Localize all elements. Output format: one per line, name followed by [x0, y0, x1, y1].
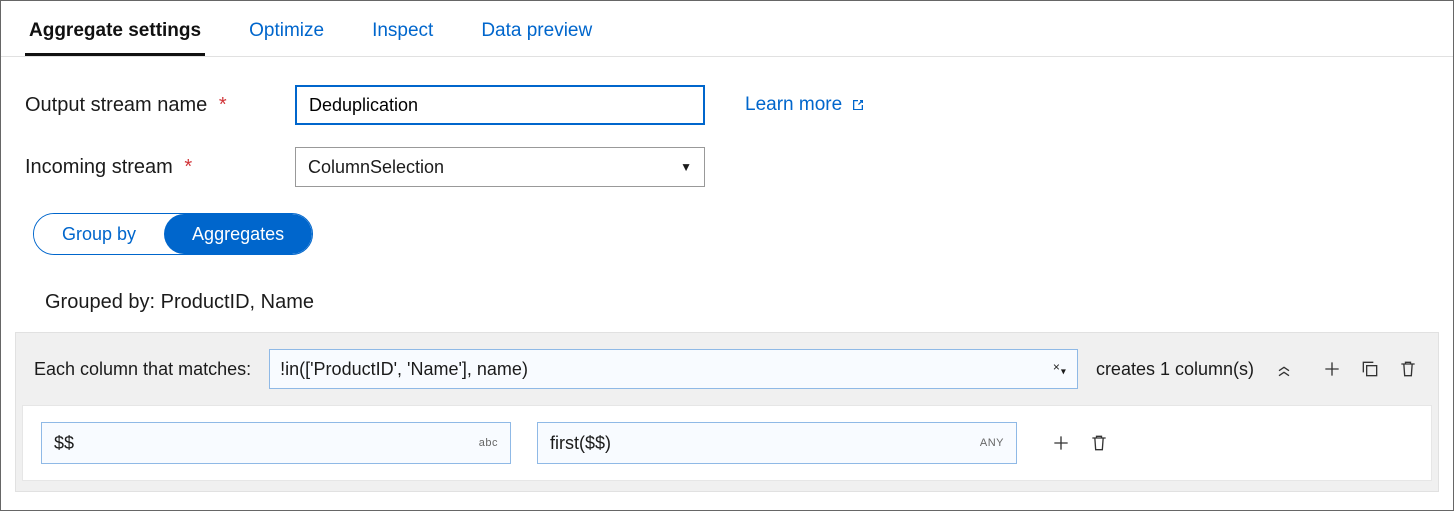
required-asterisk-icon: *	[184, 156, 192, 178]
column-pattern-panel: Each column that matches: !in(['ProductI…	[15, 332, 1439, 492]
column-match-expression-text: !in(['ProductID', 'Name'], name)	[280, 359, 528, 380]
learn-more-text: Learn more	[745, 94, 842, 116]
output-stream-input[interactable]	[295, 85, 705, 125]
column-name-expression-input[interactable]: $$ abc	[41, 422, 511, 464]
incoming-stream-label: Incoming stream *	[25, 156, 295, 179]
collapse-icon[interactable]	[1272, 357, 1296, 381]
incoming-stream-row: Incoming stream * ColumnSelection ▼	[25, 147, 1429, 187]
column-value-expression-text: first($$)	[550, 433, 611, 454]
tab-inspect[interactable]: Inspect	[368, 12, 437, 56]
column-row-actions	[1049, 431, 1111, 455]
creates-columns-label: creates 1 column(s)	[1096, 359, 1254, 380]
aggregate-settings-panel: Aggregate settings Optimize Inspect Data…	[0, 0, 1454, 511]
grouped-by-summary: Grouped by: ProductID, Name	[45, 291, 1429, 314]
output-stream-row: Output stream name * Learn more	[25, 85, 1429, 125]
tab-bar: Aggregate settings Optimize Inspect Data…	[1, 1, 1453, 57]
type-string-icon: abc	[479, 437, 498, 449]
delete-pattern-button[interactable]	[1396, 357, 1420, 381]
output-stream-label: Output stream name *	[25, 94, 295, 117]
output-stream-label-text: Output stream name	[25, 94, 207, 116]
toggle-aggregates[interactable]: Aggregates	[164, 214, 312, 254]
column-value-expression-input[interactable]: first($$) ANY	[537, 422, 1017, 464]
required-asterisk-icon: *	[219, 94, 227, 116]
incoming-stream-label-text: Incoming stream	[25, 156, 173, 178]
copy-pattern-button[interactable]	[1358, 357, 1382, 381]
expression-dropdown-icon[interactable]: ×▾	[1053, 360, 1067, 377]
groupby-aggregates-toggle: Group by Aggregates	[33, 213, 313, 255]
pattern-actions	[1320, 357, 1420, 381]
tab-aggregate-settings[interactable]: Aggregate settings	[25, 12, 205, 56]
add-pattern-button[interactable]	[1320, 357, 1344, 381]
pattern-column-row: $$ abc first($$) ANY	[22, 405, 1432, 481]
tab-optimize[interactable]: Optimize	[245, 12, 328, 56]
chevron-down-icon: ▼	[680, 160, 692, 174]
tab-data-preview[interactable]: Data preview	[477, 12, 596, 56]
incoming-stream-value: ColumnSelection	[308, 157, 444, 178]
pattern-header-row: Each column that matches: !in(['ProductI…	[16, 333, 1438, 405]
incoming-stream-select[interactable]: ColumnSelection ▼	[295, 147, 705, 187]
toggle-group-by[interactable]: Group by	[34, 214, 164, 254]
column-match-expression-input[interactable]: !in(['ProductID', 'Name'], name) ×▾	[269, 349, 1078, 389]
learn-more-link[interactable]: Learn more	[745, 94, 866, 116]
settings-form: Output stream name * Learn more Incoming…	[1, 57, 1453, 314]
each-column-label: Each column that matches:	[34, 359, 251, 380]
external-link-icon	[850, 97, 866, 113]
type-any-icon: ANY	[980, 437, 1004, 449]
column-name-expression-text: $$	[54, 433, 74, 454]
delete-column-button[interactable]	[1087, 431, 1111, 455]
add-column-button[interactable]	[1049, 431, 1073, 455]
